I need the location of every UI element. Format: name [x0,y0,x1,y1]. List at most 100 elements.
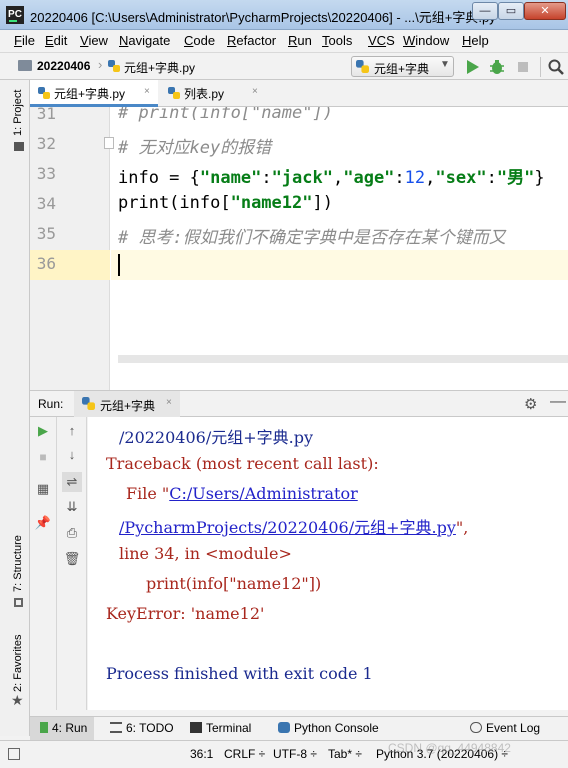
indent-setting[interactable]: Tab* ÷ [328,747,362,761]
toggle-tool-windows-icon[interactable] [8,748,20,760]
code-editor[interactable]: 31 32 33 34 35 36 # print(info["name"]) … [30,107,568,390]
menu-help[interactable]: Help [462,33,489,48]
structure-tool-tab[interactable]: 7: Structure [12,535,24,592]
menu-run[interactable]: Run [288,33,312,48]
rerun-icon[interactable]: ▶ [33,421,53,441]
tab-tuple-dict-py[interactable]: 元组+字典.py × [30,80,158,107]
trash-icon[interactable]: 🗑 [62,549,82,569]
todo-tool-tab[interactable]: 6: TODO [110,721,174,735]
star-icon: ★ [11,692,24,708]
close-run-tab-icon[interactable]: × [166,397,172,408]
favorites-tool-tab[interactable]: 2: Favorites [12,635,24,692]
code-line-34: print(info["name12"]) [118,193,333,213]
gear-icon[interactable]: ⚙ [524,395,537,413]
console-line: Traceback (most recent call last): [106,454,379,473]
menu-tools[interactable]: Tools [322,33,352,48]
line-number: 32 [36,134,56,153]
code-line-31: # print(info["name"]) [118,107,333,123]
breadcrumb-project[interactable]: 20220406 [37,59,90,73]
menu-code[interactable]: Code [184,33,215,48]
file-encoding[interactable]: UTF-8 ÷ [273,747,317,761]
tab-label: 元组+字典.py [54,87,126,101]
run-panel-header: Run: 元组+字典 × ⚙ — [30,390,568,417]
search-icon[interactable] [547,58,565,76]
stop-button[interactable] [514,58,532,76]
event-log-icon [470,722,482,733]
menu-window[interactable]: Window [403,33,449,48]
chevron-down-icon: ▼ [440,59,450,70]
menu-bar: File Edit View Navigate Code Refactor Ru… [0,30,568,52]
soft-wrap-icon[interactable]: ⇌ [62,472,82,492]
list-icon [110,722,122,733]
console-line: print(info["name12"]) [146,574,322,593]
close-button[interactable]: ✕ [524,2,566,20]
console-line: line 34, in <module> [119,544,292,563]
console-line: Process finished with exit code 1 [106,664,373,683]
menu-file[interactable]: File [14,33,35,48]
line-number: 31 [36,107,56,123]
console-line: File "C:/Users/Administrator [126,484,358,503]
python-icon [82,397,95,410]
line-separator[interactable]: CRLF ÷ [224,747,265,761]
run-icon [40,722,48,733]
menu-edit[interactable]: Edit [45,33,67,48]
line-number: 36 [36,254,56,273]
run-tool-tab[interactable]: 4: Run [30,717,94,741]
line-number: 34 [36,194,56,213]
title-bar[interactable]: PC 20220406 [C:\Users\Administrator\Pych… [0,0,568,30]
caret-position[interactable]: 36:1 [190,747,213,761]
console-line: KeyError: 'name12' [106,604,265,623]
maximize-button[interactable]: ▭ [498,2,524,20]
python-console-tool-tab[interactable]: Python Console [278,721,379,735]
scroll-to-end-icon[interactable]: ⇊ [62,497,82,517]
layout-icon[interactable]: ▦ [33,479,53,499]
event-log-tool-tab[interactable]: Event Log [470,721,540,735]
python-file-icon [168,87,180,99]
code-line-35: # 思考:假如我们不确定字典中是否存在某个键而又 [118,228,506,248]
project-tool-tab[interactable]: 1: Project [12,90,24,136]
left-tool-strip: 1: Project 7: Structure 2: Favorites ★ [0,80,30,736]
code-line-33: info = {"name":"jack","age":12,"sex":"男"… [118,168,545,188]
debug-button[interactable] [488,58,506,76]
watermark: CSDN @qq_44948842 [388,741,511,755]
fold-marker-icon[interactable] [104,137,114,149]
down-arrow-icon[interactable]: ↓ [62,445,82,465]
stop-icon[interactable]: ■ [33,447,53,467]
python-icon [356,60,369,73]
code-line-32: # 无对应key的报错 [118,138,272,158]
traceback-file-link[interactable]: /PycharmProjects/20220406/元组+字典.py [119,518,456,537]
console-output[interactable]: /20220406/元组+字典.py Traceback (most recen… [88,417,568,710]
horizontal-scrollbar[interactable] [118,355,568,363]
terminal-icon [190,722,202,733]
breadcrumb-file[interactable]: 元组+字典.py [124,59,195,76]
line-number: 35 [36,224,56,243]
close-tab-icon[interactable]: × [252,86,258,97]
tab-list-py[interactable]: 列表.py × [160,80,266,107]
hide-panel-icon[interactable]: — [550,393,566,411]
structure-tool-icon [14,598,23,607]
run-button[interactable] [463,58,481,76]
folder-icon [18,60,32,71]
run-toolbar-secondary: ↑ ↓ ⇌ ⇊ ⎙ 🗑 [57,417,87,710]
up-arrow-icon[interactable]: ↑ [62,421,82,441]
menu-view[interactable]: View [80,33,108,48]
minimize-button[interactable]: — [472,2,498,20]
menu-navigate[interactable]: Navigate [119,33,170,48]
menu-vcs[interactable]: VCS [368,33,395,48]
pin-icon[interactable]: 📌 [33,513,53,533]
current-line-highlight [111,250,568,280]
run-toolbar-primary: ▶ ■ ▦ 📌 [30,417,57,710]
line-number: 33 [36,164,56,183]
terminal-tool-tab[interactable]: Terminal [190,721,251,735]
console-line: /PycharmProjects/20220406/元组+字典.py", [119,518,469,537]
python-file-icon [38,87,50,99]
run-tab[interactable]: 元组+字典 × [74,391,180,417]
traceback-file-link[interactable]: C:/Users/Administrator [169,484,357,503]
print-icon[interactable]: ⎙ [62,523,82,543]
python-icon [278,722,290,733]
menu-refactor[interactable]: Refactor [227,33,276,48]
run-configuration-select[interactable]: 元组+字典 ▼ [351,56,454,77]
navigation-bar: 20220406 › 元组+字典.py 元组+字典 ▼ [0,52,568,80]
close-tab-icon[interactable]: × [144,86,150,97]
python-file-icon [108,60,120,72]
